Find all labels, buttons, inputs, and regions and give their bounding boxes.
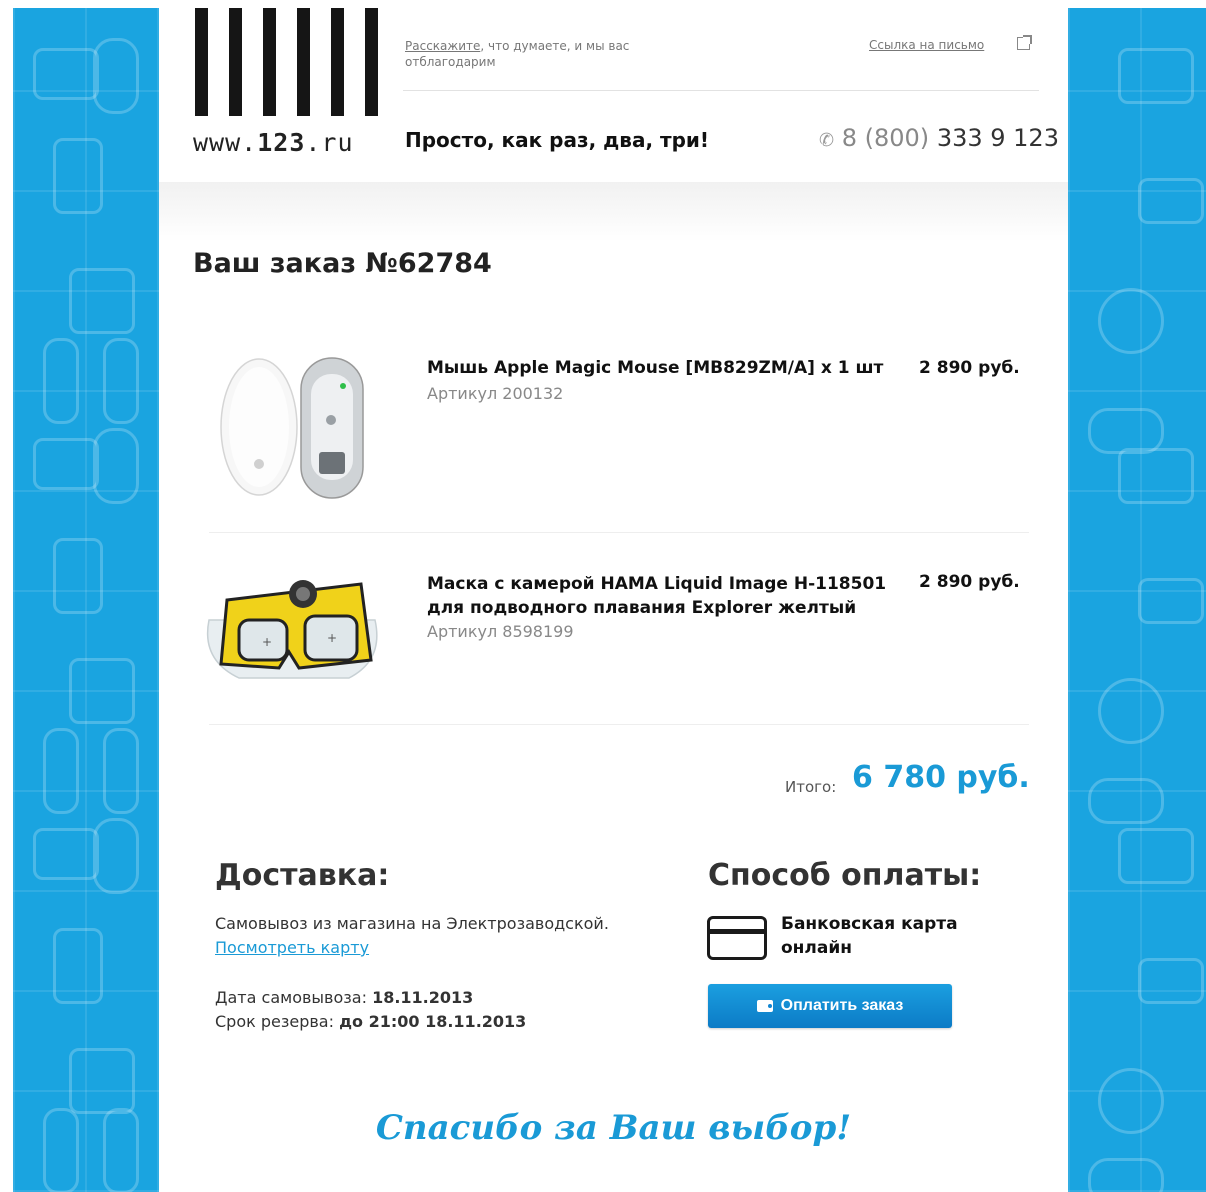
logo-url-suffix: .ru	[305, 128, 354, 157]
bus-pattern-icon	[53, 928, 103, 1004]
email-body: www.123.ru Расскажите, что думаете, и мы…	[159, 0, 1068, 1192]
keyboard-pattern-icon	[1138, 958, 1204, 1004]
ball-pattern-icon	[1098, 1068, 1164, 1134]
reserve-label: Срок резерва:	[215, 1012, 334, 1031]
mouse-product-image[interactable]	[211, 352, 371, 502]
flipflop-pattern-icon	[43, 1108, 79, 1192]
map-link-wrap: Посмотреть карту	[215, 936, 369, 960]
logo-barcode-bar	[263, 8, 276, 116]
delivery-description: Самовывоз из магазина на Электрозаводско…	[215, 914, 609, 933]
right-pattern-panel	[1068, 8, 1206, 1192]
feedback-text: Расскажите, что думаете, и мы вас отблаг…	[405, 38, 665, 70]
laptop-pattern-icon	[33, 438, 99, 490]
thank-you-message: Спасибо за Ваш выбор!	[375, 1108, 852, 1148]
dive-mask-product-image[interactable]: + +	[199, 560, 389, 690]
header-divider	[403, 90, 1039, 91]
feedback-link[interactable]: Расскажите	[405, 39, 480, 53]
external-link-icon[interactable]	[1017, 35, 1032, 50]
reserve-value: до 21:00 18.11.2013	[339, 1012, 527, 1031]
logo-barcode-bar	[297, 8, 310, 116]
logo-url: www.123.ru	[193, 128, 354, 157]
mouse-pattern-icon	[93, 818, 139, 894]
flipflop-pattern-icon	[43, 338, 79, 424]
bicycle-pattern-icon	[1088, 778, 1164, 824]
phone-prefix: 8 (800)	[841, 124, 930, 152]
phone-main: 333 9 123	[936, 124, 1059, 152]
logo-url-prefix: www.	[193, 128, 258, 157]
laptop-pattern-icon	[1118, 48, 1194, 104]
phone-number[interactable]: ✆ 8 (800) 333 9 123	[819, 124, 1059, 152]
phone-icon: ✆	[819, 130, 835, 151]
pickup-date-label: Дата самовывоза:	[215, 988, 367, 1007]
laptop-pattern-icon	[33, 828, 99, 880]
product-sku: Артикул 8598199	[427, 622, 574, 641]
item-divider	[209, 724, 1029, 725]
bus-pattern-icon	[53, 538, 103, 614]
flipflop-pattern-icon	[103, 728, 139, 814]
jar-pattern-icon	[69, 658, 135, 724]
total-value: 6 780 руб.	[852, 760, 1030, 795]
ball-pattern-icon	[1098, 288, 1164, 354]
logo-barcode-bar	[365, 8, 378, 116]
payment-title: Способ оплаты:	[708, 858, 982, 893]
keyboard-pattern-icon	[1138, 178, 1204, 224]
laptop-pattern-icon	[1118, 828, 1194, 884]
product-sku: Артикул 200132	[427, 384, 564, 403]
svg-text:+: +	[262, 635, 272, 649]
keyboard-pattern-icon	[1138, 578, 1204, 624]
wallet-icon	[756, 1000, 773, 1012]
view-map-link[interactable]: Посмотреть карту	[215, 938, 369, 957]
logo-barcode-bar	[229, 8, 242, 116]
item-divider	[209, 532, 1029, 533]
logo-barcode-bar	[331, 8, 344, 116]
ball-pattern-icon	[1098, 678, 1164, 744]
flipflop-pattern-icon	[103, 338, 139, 424]
reserve-period: Срок резерва: до 21:00 18.11.2013	[215, 1010, 526, 1034]
payment-method: Банковская карта онлайн	[781, 914, 958, 958]
bus-pattern-icon	[53, 138, 103, 214]
jar-pattern-icon	[69, 268, 135, 334]
product-price: 2 890 руб.	[919, 358, 1020, 378]
left-pattern-panel	[13, 8, 159, 1192]
pickup-date: Дата самовывоза: 18.11.2013	[215, 986, 473, 1010]
web-version-link[interactable]: Ссылка на письмо	[869, 38, 984, 52]
svg-text:+: +	[327, 631, 337, 645]
mouse-pattern-icon	[93, 428, 139, 504]
pickup-date-value: 18.11.2013	[372, 988, 474, 1007]
delivery-title: Доставка:	[215, 858, 390, 893]
order-title: Ваш заказ №62784	[193, 248, 492, 279]
logo-barcode-bar	[195, 8, 208, 116]
product-name[interactable]: Мышь Apple Magic Mouse [MB829ZM/A] x 1 ш…	[427, 356, 897, 380]
mouse-pattern-icon	[93, 38, 139, 114]
site-logo[interactable]: www.123.ru	[193, 8, 383, 158]
bicycle-pattern-icon	[1088, 1158, 1164, 1192]
jar-pattern-icon	[69, 1048, 135, 1114]
flipflop-pattern-icon	[43, 728, 79, 814]
laptop-pattern-icon	[33, 48, 99, 100]
logo-url-number: 123	[257, 128, 306, 157]
tagline: Просто, как раз, два, три!	[405, 128, 710, 152]
flipflop-pattern-icon	[103, 1108, 139, 1192]
credit-card-icon	[707, 916, 767, 960]
product-price: 2 890 руб.	[919, 572, 1020, 592]
pay-order-button[interactable]: Оплатить заказ	[708, 984, 952, 1028]
total-label: Итого:	[785, 778, 837, 796]
product-name[interactable]: Маска с камерой HAMA Liquid Image H-1185…	[427, 572, 897, 620]
laptop-pattern-icon	[1118, 448, 1194, 504]
header-shadow	[159, 182, 1068, 242]
pay-order-label: Оплатить заказ	[780, 997, 904, 1014]
